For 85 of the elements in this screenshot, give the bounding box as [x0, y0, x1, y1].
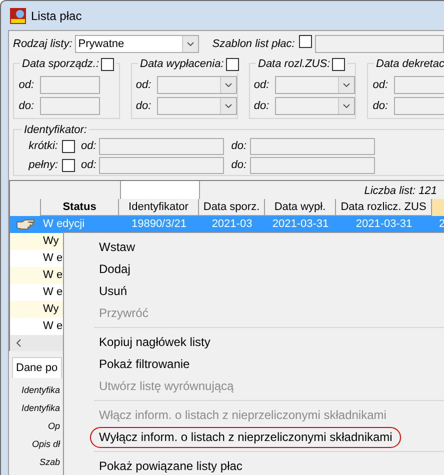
menu-item[interactable]: Kopiuj nagłówek listy	[90, 332, 220, 352]
dropdown-button[interactable]	[338, 98, 354, 114]
group-label: Data rozl.ZUS:	[258, 57, 330, 72]
table-cell-text: W e	[43, 285, 63, 300]
field-label: Identyfika	[21, 384, 60, 397]
group-label: Data dekretac	[376, 57, 444, 72]
date-field[interactable]	[40, 76, 100, 94]
range-label: od:	[18, 78, 34, 93]
date-field[interactable]	[394, 76, 444, 94]
identifier-field[interactable]	[250, 138, 375, 155]
checkbox[interactable]	[298, 35, 312, 48]
menu-item[interactable]: Dodaj	[90, 258, 140, 280]
field-label: Szab	[39, 456, 60, 469]
table-cell-text: W e	[43, 268, 63, 284]
range-label: od:	[372, 78, 388, 93]
menu-item[interactable]: Wyłącz inform. o listach z nieprzeliczonymi składnikami	[90, 426, 402, 448]
filter-cell[interactable]	[120, 181, 200, 199]
column-header[interactable]: Data sporz.	[199, 199, 265, 216]
range-label: do:	[18, 98, 34, 114]
date-combo[interactable]	[157, 76, 237, 94]
menu-item[interactable]: Pokaż filtrowanie	[90, 354, 199, 374]
field-label: krótki:	[28, 139, 58, 154]
field-label: pełny:	[28, 158, 58, 174]
dropdown-button[interactable]	[220, 98, 236, 114]
date-combo[interactable]	[157, 97, 237, 115]
field-label: Rodzaj listy:	[13, 36, 72, 52]
menu-item[interactable]: Pokaż powiązane listy płac	[90, 456, 252, 475]
table-cell-text: W edycji	[43, 217, 85, 232]
field-label: Identyfika	[21, 402, 60, 415]
date-field[interactable]	[40, 97, 100, 115]
date-combo[interactable]	[275, 97, 355, 115]
field-label: Opis dł	[32, 438, 60, 451]
column-header[interactable]: Data wypł.	[265, 199, 336, 216]
range-label: od:	[254, 78, 270, 93]
table-cell-text: Wy	[43, 302, 59, 318]
template-field[interactable]	[314, 35, 444, 53]
group-label: Data wypłacenia:	[140, 57, 224, 72]
list-type-combo[interactable]: Prywatne	[75, 35, 200, 53]
checkbox[interactable]	[62, 140, 75, 153]
caret-icon	[225, 104, 232, 108]
table-cell-text: W e	[43, 319, 63, 334]
identifier-field[interactable]	[250, 157, 375, 174]
date-field[interactable]	[394, 97, 444, 115]
range-label: do:	[254, 98, 270, 114]
table-cell-text: 2021-03-31	[272, 217, 329, 232]
identifier-field[interactable]	[99, 138, 224, 155]
range-label: do:	[231, 158, 247, 174]
date-combo[interactable]	[275, 76, 355, 94]
menu-item[interactable]: Wstaw	[90, 236, 144, 258]
table-cell-text: 2021-03	[212, 217, 252, 232]
range-label: do:	[231, 139, 247, 154]
pointing-hand-icon	[16, 219, 36, 230]
menu-item[interactable]: Usuń	[90, 280, 136, 302]
range-label: od:	[81, 158, 96, 174]
app-icon	[10, 8, 26, 24]
checkbox[interactable]	[101, 58, 114, 71]
checkbox[interactable]	[62, 159, 75, 172]
group-label: Identyfikator:	[22, 122, 89, 138]
range-label: od:	[136, 78, 152, 93]
checkbox[interactable]	[332, 58, 346, 71]
range-label: do:	[372, 98, 388, 114]
table-cell-text: Wy	[43, 234, 59, 250]
dropdown-button[interactable]	[220, 77, 236, 93]
dropdown-button[interactable]	[338, 77, 354, 93]
dropdown-button[interactable]	[182, 36, 198, 52]
column-header[interactable]: Data rozlicz. ZUS	[336, 199, 432, 216]
table-cell-text: 19890/3/21	[131, 217, 187, 232]
column-header[interactable]: Identyfikator	[119, 199, 199, 216]
caret-icon	[343, 104, 350, 108]
checkbox[interactable]	[226, 58, 239, 71]
caret-icon	[225, 83, 232, 87]
caret-icon	[343, 83, 350, 87]
range-label: od:	[81, 139, 96, 154]
range-label: do:	[136, 98, 152, 114]
header-cell	[432, 199, 444, 216]
field-label: Op	[48, 420, 60, 433]
field-label: Szablon list płac:	[212, 36, 295, 52]
caret-icon	[187, 42, 194, 46]
window-title: Lista płac	[31, 8, 82, 24]
table-cell-text: W e	[43, 251, 63, 266]
group-label: Data sporządz.:	[22, 57, 100, 72]
table-cell-text: 2021-03-31	[356, 217, 412, 232]
list-count: Liczba list: 121	[364, 184, 437, 198]
tab[interactable]: Dane po	[12, 357, 62, 378]
identifier-field[interactable]	[99, 157, 224, 174]
